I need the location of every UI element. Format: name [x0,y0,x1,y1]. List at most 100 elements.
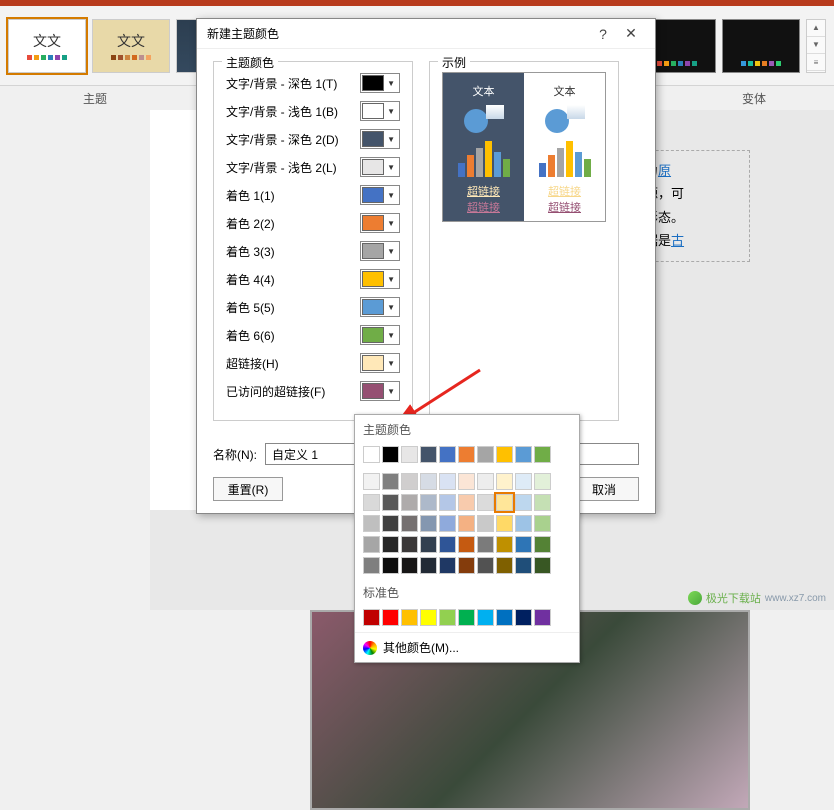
color-swatch[interactable] [420,473,437,490]
variant-more-control[interactable]: ▲▼≡ [806,19,826,73]
color-swatch[interactable] [534,609,551,626]
color-swatch[interactable] [534,494,551,511]
color-swatch[interactable] [382,536,399,553]
color-swatch[interactable] [515,473,532,490]
color-swatch[interactable] [363,473,380,490]
color-picker-text_bg_light2[interactable]: ▼ [360,157,400,177]
color-picker-text_bg_dark1[interactable]: ▼ [360,73,400,93]
color-swatch[interactable] [515,494,532,511]
color-picker-accent2[interactable]: ▼ [360,213,400,233]
color-swatch[interactable] [477,446,494,463]
color-swatch[interactable] [363,536,380,553]
color-swatch[interactable] [534,473,551,490]
color-swatch[interactable] [439,536,456,553]
color-swatch[interactable] [420,536,437,553]
color-swatch[interactable] [458,536,475,553]
color-swatch[interactable] [439,515,456,532]
color-swatch[interactable] [534,446,551,463]
chevron-down-icon: ▼ [387,275,395,284]
color-swatch[interactable] [363,557,380,574]
color-swatch[interactable] [420,515,437,532]
color-swatch[interactable] [401,494,418,511]
color-picker-accent1[interactable]: ▼ [360,185,400,205]
color-swatch[interactable] [420,446,437,463]
color-swatch[interactable] [420,494,437,511]
color-swatch[interactable] [420,557,437,574]
color-row-accent6: 着色 6(6) ▼ [226,324,400,346]
color-label: 文字/背景 - 浅色 1(B) [226,103,360,120]
color-swatch[interactable] [382,515,399,532]
color-swatch[interactable] [477,515,494,532]
color-picker-hyperlink[interactable]: ▼ [360,353,400,373]
theme-thumbnail[interactable]: 文文 [92,19,170,73]
chevron-down-icon: ▼ [387,303,395,312]
color-swatch[interactable] [458,494,475,511]
color-swatch[interactable] [401,536,418,553]
color-swatch[interactable] [382,557,399,574]
color-swatch[interactable] [496,536,513,553]
color-swatch[interactable] [439,557,456,574]
color-swatch[interactable] [496,494,513,511]
color-swatch[interactable] [439,609,456,626]
color-swatch[interactable] [401,515,418,532]
color-swatch[interactable] [401,609,418,626]
color-picker-accent6[interactable]: ▼ [360,325,400,345]
color-picker-followed[interactable]: ▼ [360,381,400,401]
color-swatch[interactable] [496,609,513,626]
color-swatch[interactable] [458,515,475,532]
theme-thumbnail[interactable]: 文文 [8,19,86,73]
color-swatch[interactable] [439,494,456,511]
color-swatch[interactable] [496,557,513,574]
color-swatch[interactable] [534,557,551,574]
color-swatch[interactable] [477,557,494,574]
color-picker-accent3[interactable]: ▼ [360,241,400,261]
chevron-down-icon: ▼ [387,387,395,396]
color-swatch[interactable] [401,557,418,574]
color-swatch[interactable] [458,609,475,626]
more-colors-button[interactable]: 其他颜色(M)... [355,632,579,662]
color-swatch[interactable] [363,446,380,463]
color-swatch[interactable] [515,536,532,553]
color-swatch[interactable] [382,494,399,511]
color-row-followed: 已访问的超链接(F) ▼ [226,380,400,402]
color-swatch[interactable] [458,446,475,463]
color-swatch[interactable] [439,473,456,490]
color-swatch[interactable] [363,609,380,626]
color-swatch[interactable] [401,446,418,463]
color-swatch[interactable] [515,557,532,574]
color-swatch[interactable] [401,473,418,490]
close-button[interactable]: ✕ [617,25,645,42]
color-swatch[interactable] [363,494,380,511]
color-swatch[interactable] [477,536,494,553]
color-swatch[interactable] [515,609,532,626]
color-swatch[interactable] [515,446,532,463]
color-swatch[interactable] [382,473,399,490]
color-swatch[interactable] [534,515,551,532]
color-picker-text_bg_light1[interactable]: ▼ [360,101,400,121]
help-button[interactable]: ? [589,26,617,42]
color-swatch[interactable] [477,494,494,511]
themes-label: 主题 [0,90,190,107]
color-picker-text_bg_dark2[interactable]: ▼ [360,129,400,149]
color-swatch[interactable] [382,609,399,626]
color-swatch[interactable] [420,609,437,626]
slide-link[interactable]: 原 [658,163,671,178]
color-swatch[interactable] [477,609,494,626]
color-swatch[interactable] [496,446,513,463]
color-swatch[interactable] [496,473,513,490]
color-swatch[interactable] [439,446,456,463]
color-swatch[interactable] [477,473,494,490]
reset-button[interactable]: 重置(R) [213,477,283,501]
color-picker-accent4[interactable]: ▼ [360,269,400,289]
color-swatch[interactable] [458,557,475,574]
color-swatch[interactable] [382,446,399,463]
color-swatch[interactable] [363,515,380,532]
color-swatch[interactable] [515,515,532,532]
variant-thumbnail[interactable] [722,19,800,73]
slide-link[interactable]: 古 [671,233,684,248]
color-swatch[interactable] [534,536,551,553]
color-swatch[interactable] [458,473,475,490]
color-picker-accent5[interactable]: ▼ [360,297,400,317]
color-label: 文字/背景 - 深色 2(D) [226,131,360,148]
color-swatch[interactable] [496,515,513,532]
